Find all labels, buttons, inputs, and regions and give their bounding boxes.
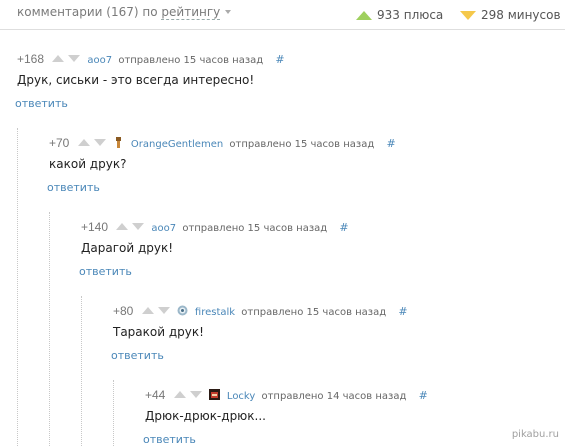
comment-rating: +80 [113,304,134,318]
comment-permalink[interactable]: # [419,389,428,402]
comment-rating: +44 [145,388,166,402]
plus-total-label: 933 плюса [377,8,444,22]
comment-meta: +80 firestalk отправлено 15 часов назад … [113,303,408,319]
upvote-icon[interactable] [116,223,129,230]
reply-link[interactable]: ответить [143,433,196,446]
thread-line-level-1 [17,128,18,446]
comment-permalink[interactable]: # [398,305,407,318]
downvote-icon[interactable] [132,223,145,230]
comment-permalink[interactable]: # [386,137,395,150]
comments-sort: комментарии (167) по рейтингу [17,5,232,20]
comment-rating: +70 [49,136,70,150]
comment-rating: +140 [81,220,109,234]
reply-link[interactable]: ответить [79,265,132,278]
thread-line-level-3 [81,296,82,446]
minus-triangle-icon [460,11,476,20]
comment-permalink[interactable]: # [275,53,284,66]
reply-link[interactable]: ответить [15,97,68,110]
comment-author[interactable]: Locky [227,391,255,402]
comment-author[interactable]: aoo7 [151,223,176,234]
downvote-icon[interactable] [157,307,170,314]
comment-text: Дарагой друк! [81,241,174,255]
comment-time: отправлено 15 часов назад [229,139,375,150]
plus-triangle-icon [356,11,372,20]
upvote-icon[interactable] [77,139,90,146]
upvote-icon[interactable] [141,307,154,314]
avatar[interactable] [208,389,220,400]
comment-meta: +44 Locky отправлено 14 часов назад # [145,387,428,403]
thread-line-level-2 [49,212,50,446]
minus-total: 298 минусов [460,8,561,22]
plus-total: 933 плюса [356,8,443,22]
downvote-icon[interactable] [93,139,106,146]
watermark: pikabu.ru [511,429,559,440]
comment-author[interactable]: OrangeGentlemen [131,139,223,150]
comment-time: отправлено 15 часов назад [182,223,328,234]
comment-text: Дрюк-дрюк-дрюк... [145,409,266,423]
upvote-icon[interactable] [52,55,65,62]
thread-line-level-4 [113,380,114,446]
comment-meta: +70 OrangeGentlemen отправлено 15 часов … [49,135,396,151]
comment-meta: +140 aoo7 отправлено 15 часов назад # [81,219,349,235]
upvote-icon[interactable] [173,391,186,398]
comment-time: отправлено 15 часов назад [118,55,264,66]
comment-meta: +168 aoo7 отправлено 15 часов назад # [17,51,285,67]
comment-author[interactable]: firestalk [195,307,235,318]
comments-header: комментарии (167) по рейтингу 933 плюса … [0,0,565,30]
comment-time: отправлено 15 часов назад [241,307,387,318]
comment-time: отправлено 14 часов назад [261,391,407,402]
comment-text: какой друк? [49,157,127,171]
minus-total-label: 298 минусов [481,8,561,22]
reply-link[interactable]: ответить [47,181,100,194]
comment-text: Друк, сиськи - это всегда интересно! [17,73,255,87]
avatar[interactable] [113,137,124,148]
comments-count-label: комментарии (167) по [17,5,158,19]
chevron-down-icon[interactable] [225,10,232,14]
avatar[interactable] [177,305,188,316]
comment-permalink[interactable]: # [339,221,348,234]
comment-author[interactable]: aoo7 [87,55,112,66]
downvote-icon[interactable] [68,55,81,62]
comment-rating: +168 [17,52,45,66]
downvote-icon[interactable] [189,391,202,398]
sort-dropdown[interactable]: рейтингу [161,5,221,20]
comment-text: Таракой друк! [113,325,204,339]
reply-link[interactable]: ответить [111,349,164,362]
